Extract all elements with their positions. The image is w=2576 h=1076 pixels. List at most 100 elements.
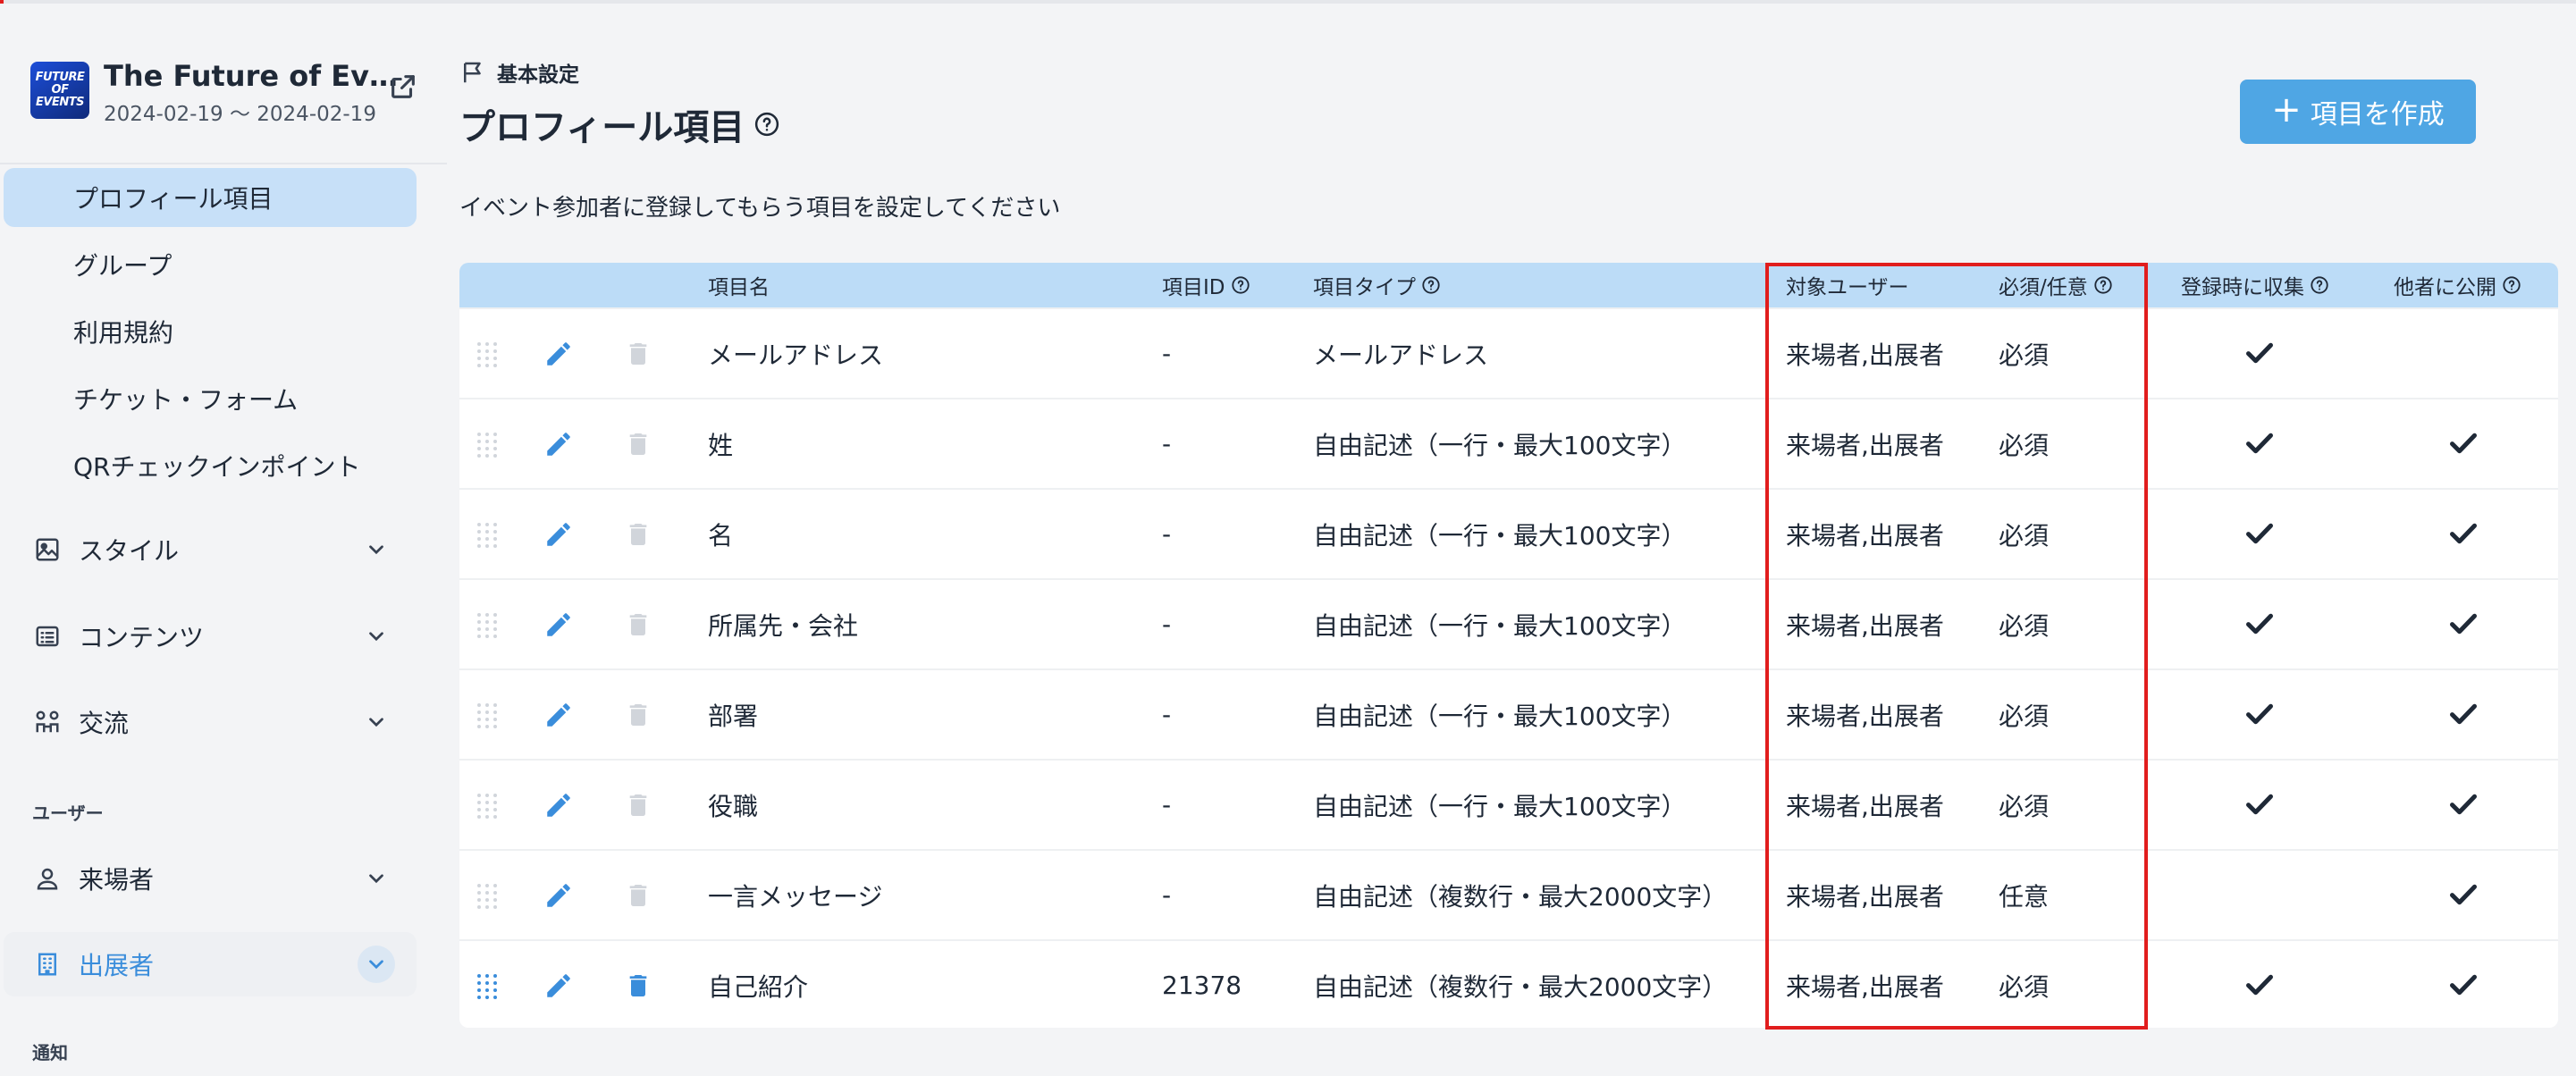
- drag-handle-icon[interactable]: [474, 790, 501, 822]
- help-icon[interactable]: [1421, 275, 1441, 295]
- drag-handle-icon[interactable]: [474, 519, 501, 551]
- cell-type: 自由記述（複数行・最大2000文字）: [1313, 881, 1728, 912]
- table-row: 所属先・会社 - 自由記述（一行・最大100文字） 来場者,出展者 必須: [459, 578, 2558, 668]
- cell-id: -: [1162, 609, 1172, 639]
- column-header-label: 他者に公開: [2394, 276, 2496, 299]
- pencil-icon[interactable]: [543, 519, 574, 550]
- help-icon[interactable]: [2502, 275, 2521, 295]
- cell-name: 一言メッセージ: [708, 881, 883, 912]
- check-icon: [2246, 974, 2273, 996]
- column-header-label: 登録時に収集: [2181, 276, 2304, 299]
- create-item-button[interactable]: + 項目を作成: [2240, 80, 2476, 144]
- cell-target-users: 来場者,出展者: [1786, 340, 1944, 370]
- sidebar-item-profile-fields[interactable]: プロフィール項目: [4, 168, 417, 227]
- cell-name: 自己紹介: [708, 971, 809, 1002]
- sidebar-item-terms[interactable]: 利用規約: [4, 302, 417, 361]
- table-row: 名 - 自由記述（一行・最大100文字） 来場者,出展者 必須: [459, 488, 2558, 578]
- table-row: 自己紹介 21378 自由記述（複数行・最大2000文字） 来場者,出展者 必須: [459, 939, 2558, 1028]
- help-icon[interactable]: [2310, 275, 2329, 295]
- page-description: イベント参加者に登録してもらう項目を設定してください: [459, 195, 1061, 222]
- sidebar-item-qr-checkin[interactable]: QRチェックインポイント: [4, 436, 417, 495]
- chevron-down-icon[interactable]: [365, 625, 388, 648]
- chevron-down-icon[interactable]: [365, 538, 388, 561]
- cell-required: 必須: [1999, 791, 2050, 821]
- cell-required: 必須: [1999, 520, 2050, 551]
- trash-icon[interactable]: [624, 339, 652, 369]
- cell-name: 所属先・会社: [708, 610, 859, 641]
- sidebar-item-tickets-forms[interactable]: チケット・フォーム: [4, 369, 417, 428]
- table-row: 部署 - 自由記述（一行・最大100文字） 来場者,出展者 必須: [459, 668, 2558, 759]
- cell-id: -: [1162, 790, 1172, 820]
- cell-target-users: 来場者,出展者: [1786, 610, 1944, 641]
- cell-target-users: 来場者,出展者: [1786, 881, 1944, 912]
- trash-icon[interactable]: [624, 880, 652, 911]
- sidebar-item-label: スタイル: [79, 536, 180, 566]
- breadcrumb-label[interactable]: 基本設定: [497, 57, 579, 88]
- trash-icon[interactable]: [624, 971, 652, 1001]
- pencil-icon[interactable]: [543, 700, 574, 730]
- table-row: 一言メッセージ - 自由記述（複数行・最大2000文字） 来場者,出展者 任意: [459, 849, 2558, 939]
- drag-handle-icon[interactable]: [474, 880, 501, 912]
- logo-line: FUTURE: [35, 71, 85, 84]
- check-icon: [2450, 523, 2477, 544]
- sidebar-item-label: 来場者: [79, 865, 155, 895]
- event-title[interactable]: The Future of Eve…: [104, 59, 408, 93]
- cell-target-users: 来場者,出展者: [1786, 430, 1944, 460]
- profile-fields-table: 項目名 項目ID 項目タイプ 対象ユーザー 必須/任意 登録時に収集 他者に公開…: [459, 263, 2558, 1028]
- help-icon[interactable]: [1231, 275, 1250, 295]
- cell-name: 名: [708, 520, 734, 551]
- sidebar-item-contents[interactable]: コンテンツ: [4, 604, 417, 668]
- pencil-icon[interactable]: [543, 971, 574, 1001]
- table-row: メールアドレス - メールアドレス 来場者,出展者 必須: [459, 307, 2558, 398]
- pencil-icon[interactable]: [543, 609, 574, 640]
- sidebar-item-groups[interactable]: グループ: [4, 235, 417, 294]
- sidebar-item-style[interactable]: スタイル: [4, 517, 417, 582]
- pencil-icon[interactable]: [543, 429, 574, 459]
- chevron-down-icon[interactable]: [365, 867, 388, 890]
- drag-handle-icon[interactable]: [474, 339, 501, 371]
- cell-type: 自由記述（一行・最大100文字）: [1313, 520, 1687, 551]
- sidebar-item-label: QRチェックインポイント: [73, 452, 361, 482]
- chevron-down-icon[interactable]: [365, 953, 388, 976]
- drag-handle-icon[interactable]: [474, 700, 501, 732]
- trash-icon[interactable]: [624, 790, 652, 820]
- cell-type: 自由記述（一行・最大100文字）: [1313, 430, 1687, 460]
- people-icon: [36, 710, 59, 733]
- drag-handle-icon[interactable]: [474, 429, 501, 461]
- drag-handle-icon[interactable]: [474, 609, 501, 642]
- cell-target-users: 来場者,出展者: [1786, 971, 1944, 1002]
- trash-icon[interactable]: [624, 429, 652, 459]
- column-header-name: 項目名: [708, 263, 770, 307]
- drag-handle-icon[interactable]: [474, 971, 501, 1003]
- pencil-icon[interactable]: [543, 790, 574, 820]
- cell-target-users: 来場者,出展者: [1786, 791, 1944, 821]
- trash-icon[interactable]: [624, 519, 652, 550]
- cell-name: 部署: [708, 701, 759, 731]
- cell-type: 自由記述（一行・最大100文字）: [1313, 791, 1687, 821]
- sidebar-divider: [0, 163, 447, 164]
- column-header-label: 項目ID: [1162, 276, 1225, 299]
- column-header-id: 項目ID: [1162, 263, 1250, 307]
- help-icon[interactable]: [753, 111, 780, 138]
- cell-id: -: [1162, 339, 1172, 368]
- check-icon: [2450, 794, 2477, 815]
- page-title-text: プロフィール項目: [459, 107, 745, 148]
- help-icon[interactable]: [2093, 275, 2113, 295]
- corner-mark: [0, 0, 4, 4]
- image-icon: [36, 538, 59, 561]
- trash-icon[interactable]: [624, 609, 652, 640]
- cell-type: メールアドレス: [1313, 340, 1489, 370]
- trash-icon[interactable]: [624, 700, 652, 730]
- logo-line: EVENTS: [36, 96, 84, 109]
- pencil-icon[interactable]: [543, 880, 574, 911]
- pencil-icon[interactable]: [543, 339, 574, 369]
- cell-name: 姓: [708, 430, 734, 460]
- event-date: 2024-02-19 〜 2024-02-19: [104, 103, 376, 126]
- sidebar-item-exhibitors[interactable]: 出展者: [4, 932, 417, 996]
- table-header: 項目名 項目ID 項目タイプ 対象ユーザー 必須/任意 登録時に収集 他者に公開: [459, 263, 2558, 307]
- chevron-down-icon[interactable]: [365, 710, 388, 734]
- sidebar-item-networking[interactable]: 交流: [4, 690, 417, 754]
- sidebar-item-visitors[interactable]: 来場者: [4, 846, 417, 911]
- external-link-icon[interactable]: [388, 71, 418, 102]
- sidebar-item-label: プロフィール項目: [73, 184, 274, 214]
